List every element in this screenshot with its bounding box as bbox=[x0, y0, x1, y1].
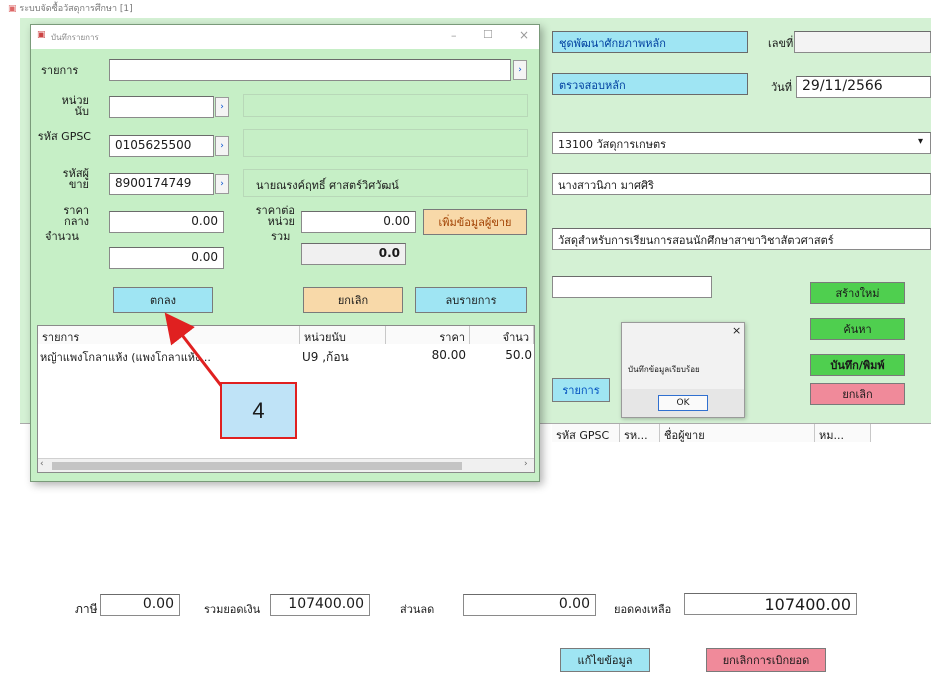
callout-number: 4 bbox=[252, 397, 265, 423]
callout-arrow bbox=[164, 312, 228, 393]
callout-number-box: 4 bbox=[220, 382, 297, 439]
